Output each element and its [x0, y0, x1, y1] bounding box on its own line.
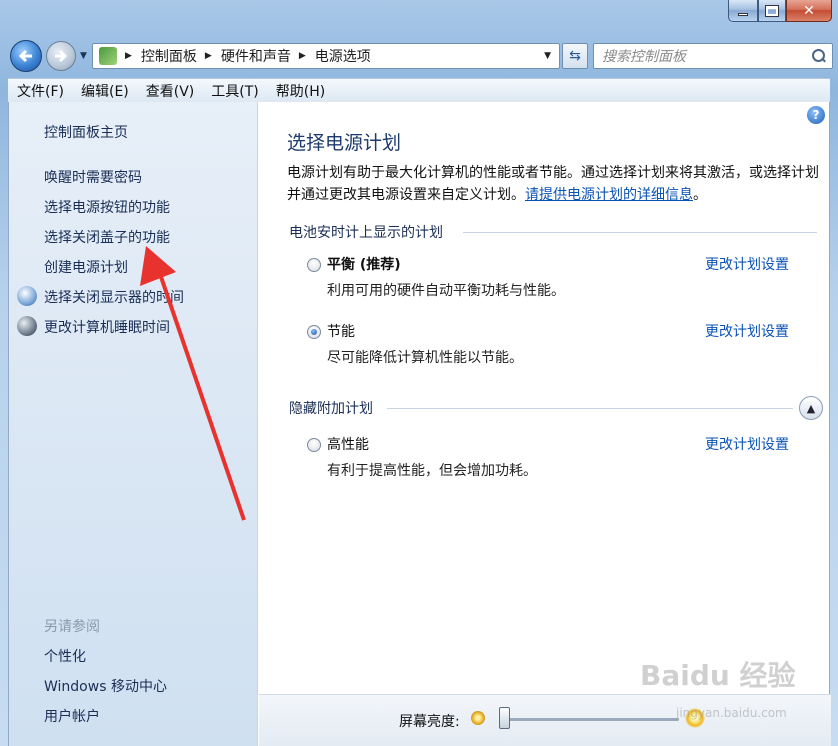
group-divider: [387, 408, 793, 409]
back-button[interactable]: [10, 40, 42, 72]
sidebar: 控制面板主页 唤醒时需要密码 选择电源按钮的功能 选择关闭盖子的功能 创建电源计…: [9, 102, 258, 746]
window-frame: ✕ ▼ ▶ 控制面板 ▶ 硬件和声音 ▶ 电源选项 ▼ ⇆ 搜索控制面板 文件(…: [0, 0, 838, 746]
window-controls: ✕: [728, 0, 832, 24]
see-also-personalization[interactable]: 个性化: [44, 646, 86, 666]
group-header-hidden-plans: 隐藏附加计划: [289, 401, 373, 417]
content-area: 控制面板主页 唤醒时需要密码 选择电源按钮的功能 选择关闭盖子的功能 创建电源计…: [8, 102, 831, 746]
plan-balanced-radio[interactable]: [307, 258, 321, 272]
arrow-left-icon: [18, 49, 32, 63]
brightness-label: 屏幕亮度:: [399, 714, 460, 730]
page-description: 电源计划有助于最大化计算机的性能或者节能。通过选择计划来将其激活，或选择计划并通…: [287, 162, 819, 206]
plan-power-saver-change-link[interactable]: 更改计划设置: [705, 321, 789, 341]
search-input[interactable]: 搜索控制面板: [593, 43, 833, 69]
control-panel-icon: [99, 47, 117, 65]
menu-help[interactable]: 帮助(H): [267, 81, 333, 101]
plan-power-saver-desc: 尽可能降低计算机性能以节能。: [327, 350, 523, 366]
chevron-right-icon[interactable]: ▶: [205, 51, 212, 61]
sleep-moon-icon: [17, 316, 37, 336]
search-placeholder: 搜索控制面板: [602, 49, 686, 65]
description-end: 。: [693, 187, 707, 203]
sidebar-home-link[interactable]: 控制面板主页: [44, 122, 128, 142]
breadcrumb-power-options[interactable]: 电源选项: [315, 46, 371, 66]
close-button[interactable]: ✕: [786, 0, 832, 22]
plan-high-performance-name[interactable]: 高性能: [327, 434, 369, 454]
breadcrumb-control-panel[interactable]: 控制面板: [141, 46, 197, 66]
sidebar-link-power-button[interactable]: 选择电源按钮的功能: [44, 197, 170, 217]
minimize-icon: [738, 12, 748, 16]
plan-balanced-desc: 利用可用的硬件自动平衡功耗与性能。: [327, 283, 565, 299]
plan-balanced-change-link[interactable]: 更改计划设置: [705, 254, 789, 274]
address-bar[interactable]: ▶ 控制面板 ▶ 硬件和声音 ▶ 电源选项 ▼: [92, 43, 560, 69]
sidebar-link-lid-close[interactable]: 选择关闭盖子的功能: [44, 227, 170, 247]
menu-bar: 文件(F) 编辑(E) 查看(V) 工具(T) 帮助(H): [8, 78, 830, 102]
chevron-right-icon[interactable]: ▶: [299, 51, 306, 61]
sidebar-link-sleep-time[interactable]: 更改计算机睡眠时间: [44, 317, 170, 337]
see-also-heading: 另请参阅: [44, 619, 100, 635]
dim-sun-icon: [471, 711, 485, 725]
watermark-logo: Baidu 经验: [640, 659, 796, 692]
refresh-icon: ⇆: [569, 48, 581, 64]
plan-balanced-name[interactable]: 平衡 (推荐): [327, 254, 401, 274]
plan-power-saver-radio[interactable]: [307, 325, 321, 339]
navigation-bar: ▼ ▶ 控制面板 ▶ 硬件和声音 ▶ 电源选项 ▼ ⇆ 搜索控制面板: [0, 38, 838, 72]
address-dropdown-icon[interactable]: ▼: [544, 51, 551, 61]
maximize-button[interactable]: [758, 0, 786, 22]
chevron-up-icon: ▲: [806, 401, 816, 415]
menu-file[interactable]: 文件(F): [8, 81, 72, 101]
recent-pages-dropdown[interactable]: ▼: [80, 51, 87, 61]
sidebar-link-wake-password[interactable]: 唤醒时需要密码: [44, 167, 142, 187]
watermark-url: jingyan.baidu.com: [676, 706, 787, 720]
main-panel: ? 选择电源计划 电源计划有助于最大化计算机的性能或者节能。通过选择计划来将其激…: [259, 102, 831, 746]
minimize-button[interactable]: [728, 0, 758, 22]
plan-high-performance-desc: 有利于提高性能，但会增加功耗。: [327, 463, 537, 479]
search-icon[interactable]: [812, 49, 826, 63]
arrow-right-icon: [55, 49, 68, 63]
forward-button[interactable]: [46, 41, 76, 71]
brightness-slider-thumb[interactable]: [499, 707, 510, 729]
plan-high-performance-change-link[interactable]: 更改计划设置: [705, 434, 789, 454]
see-also-mobility-center[interactable]: Windows 移动中心: [44, 676, 167, 696]
plan-high-performance-radio[interactable]: [307, 438, 321, 452]
menu-edit[interactable]: 编辑(E): [72, 81, 137, 101]
refresh-button[interactable]: ⇆: [562, 43, 588, 69]
breadcrumb-hardware-sound[interactable]: 硬件和声音: [221, 46, 291, 66]
brightness-slider-track[interactable]: [499, 718, 679, 721]
plan-details-link[interactable]: 请提供电源计划的详细信息: [525, 187, 693, 203]
chevron-right-icon[interactable]: ▶: [125, 51, 132, 61]
collapse-button[interactable]: ▲: [799, 396, 823, 420]
group-header-battery-plans: 电池安时计上显示的计划: [289, 225, 443, 241]
plan-power-saver-name[interactable]: 节能: [327, 321, 355, 341]
help-icon[interactable]: ?: [807, 106, 825, 124]
display-icon: [17, 286, 37, 306]
maximize-icon: [765, 4, 779, 17]
group-divider: [463, 232, 817, 233]
sidebar-link-create-plan[interactable]: 创建电源计划: [44, 257, 128, 277]
brightness-bar: 屏幕亮度:: [259, 694, 831, 746]
menu-tools[interactable]: 工具(T): [202, 81, 266, 101]
menu-view[interactable]: 查看(V): [137, 81, 203, 101]
see-also-user-accounts[interactable]: 用户帐户: [44, 706, 100, 726]
page-title: 选择电源计划: [287, 132, 402, 154]
sidebar-link-display-off[interactable]: 选择关闭显示器的时间: [44, 287, 184, 307]
close-icon: ✕: [803, 2, 815, 19]
